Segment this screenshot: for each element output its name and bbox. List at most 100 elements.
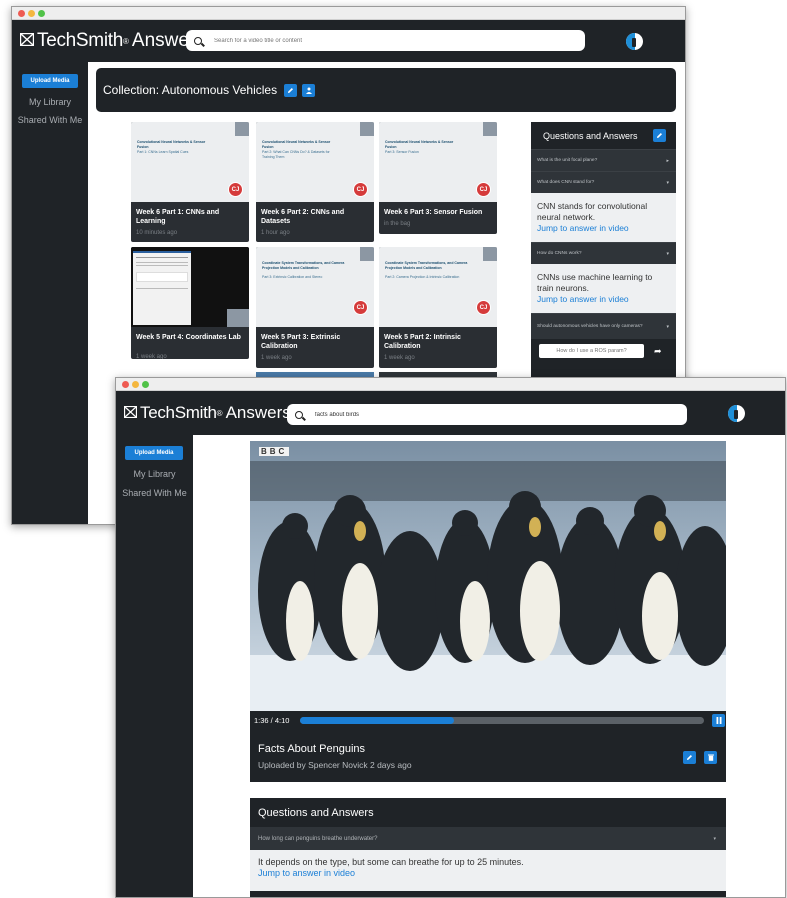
question-text: Should autonomous vehicles have only cam…	[537, 323, 643, 329]
search-icon	[194, 36, 202, 45]
video-thumbnail: Convolutional Neural Networks & Sensor F…	[131, 122, 249, 202]
author-badge: CJ	[476, 300, 491, 315]
progress-track[interactable]	[300, 717, 704, 724]
qa-title: Questions and Answers	[258, 806, 374, 819]
presenter-thumb	[360, 247, 374, 261]
presenter-thumb	[483, 122, 497, 136]
qa-title: Questions and Answers	[543, 130, 638, 141]
techsmith-logo-icon	[123, 403, 138, 423]
upload-media-button[interactable]: Upload Media	[125, 446, 183, 460]
jump-to-answer-link[interactable]: Jump to answer in video	[537, 294, 670, 305]
author-badge: CJ	[228, 182, 243, 197]
video-card[interactable]: Coordinate System Transformations, and C…	[379, 247, 497, 368]
minimize-dot[interactable]	[132, 381, 139, 388]
brand-logo[interactable]: TechSmith ® Answers	[19, 30, 205, 52]
pencil-icon	[657, 133, 662, 138]
edit-video-button[interactable]	[683, 751, 696, 764]
search-bar[interactable]	[186, 30, 585, 51]
sidebar: Upload Media My Library Shared With Me	[12, 62, 88, 524]
thumbnail-heading: Coordinate System Transformations, and C…	[262, 261, 345, 270]
video-card[interactable]: Coordinate System Transformations, and C…	[256, 247, 374, 368]
close-dot[interactable]	[122, 381, 129, 388]
brand-product: Answers	[225, 403, 291, 422]
upload-media-button[interactable]: Upload Media	[22, 74, 78, 88]
answer-text: CNN stands for convolutional neural netw…	[537, 201, 648, 222]
video-card[interactable]: Convolutional Neural Networks & Sensor F…	[256, 122, 374, 242]
video-timestamp: 1 week ago	[384, 355, 415, 361]
chevron-down-icon: ▾	[666, 250, 669, 257]
sidebar-item-my-library[interactable]: My Library	[116, 469, 193, 479]
zoom-dot[interactable]	[142, 381, 149, 388]
pencil-icon	[687, 755, 692, 760]
qa-question[interactable]: Should autonomous vehicles have only cam…	[531, 313, 676, 339]
video-card[interactable]: Week 5 Part 4: Coordinates Lab 1 week ag…	[131, 247, 249, 359]
pause-icon	[716, 717, 721, 724]
brand-trademark: ®	[216, 408, 223, 418]
brand-logo[interactable]: TechSmith ® Answers	[123, 403, 291, 423]
video-thumbnail: Convolutional Neural Networks & Sensor F…	[379, 122, 497, 202]
video-title: Week 5 Part 3: Extrinsic Calibration	[261, 334, 341, 350]
chevron-right-icon: ▸	[666, 157, 669, 164]
question-text: How do CNNs work?	[537, 251, 582, 256]
edit-qa-button[interactable]	[653, 129, 666, 142]
chevron-down-icon: ▾	[666, 323, 669, 330]
jump-to-answer-link[interactable]: Jump to answer in video	[258, 868, 718, 879]
qa-question[interactable]: What does CNN stand for? ▾	[531, 171, 676, 193]
minimize-dot[interactable]	[28, 10, 35, 17]
thumbnail-subheading: Part 3: Sensor Fusion	[385, 150, 419, 154]
thumbnail-subheading: Part 2: Camera Projection & Intrinsic Ca…	[385, 275, 460, 279]
sidebar-item-shared[interactable]: Shared With Me	[116, 488, 193, 498]
sidebar: Upload Media My Library Shared With Me	[116, 435, 193, 897]
thumbnail-authors	[137, 158, 249, 162]
qa-question[interactable]: How long can penguins breathe underwater…	[250, 827, 726, 850]
watermark-text: BBC	[259, 447, 290, 456]
qa-header: Questions and Answers	[531, 122, 676, 149]
video-title: Week 6 Part 1: CNNs and Learning	[136, 209, 220, 225]
video-timestamp: 1 week ago	[261, 355, 292, 361]
question-text: How long can penguins breathe underwater…	[258, 835, 378, 842]
share-arrow-icon[interactable]: ➦	[654, 346, 662, 357]
user-avatar[interactable]	[626, 33, 643, 50]
question-text: What does CNN stand for?	[537, 180, 595, 185]
sidebar-item-my-library[interactable]: My Library	[12, 97, 88, 107]
search-input[interactable]	[315, 411, 615, 418]
close-dot[interactable]	[18, 10, 25, 17]
sidebar-item-shared[interactable]: Shared With Me	[12, 115, 88, 125]
zoom-dot[interactable]	[38, 10, 45, 17]
video-player[interactable]: BBC	[250, 441, 726, 711]
lab-screenshot	[133, 251, 191, 325]
search-bar[interactable]	[287, 404, 687, 425]
video-title: Week 6 Part 3: Sensor Fusion	[384, 209, 483, 216]
answer-text: It depends on the type, but some can bre…	[258, 857, 524, 867]
search-icon	[295, 410, 303, 419]
video-card[interactable]: Convolutional Neural Networks & Sensor F…	[131, 122, 249, 242]
video-uploader: Uploaded by Spencer Novick 2 days ago	[258, 760, 412, 770]
ask-question-input[interactable]	[539, 344, 644, 358]
video-title: Week 6 Part 2: CNNs and Datasets	[261, 209, 345, 225]
qa-answer: CNNs use machine learning to train neuro…	[531, 264, 676, 313]
qa-question[interactable]: How do CNNs work? ▾	[531, 242, 676, 264]
edit-collection-button[interactable]	[284, 83, 298, 97]
thumbnail-subheading: Part 1: CNNs Learn Spatial Cues	[137, 150, 189, 154]
share-collection-button[interactable]	[302, 83, 316, 97]
window-titlebar	[116, 378, 785, 391]
pause-button[interactable]	[712, 714, 725, 727]
qa-question[interactable]: What is the unit focal plane? ▸	[531, 149, 676, 171]
video-timestamp: in the bag	[384, 221, 411, 227]
search-input[interactable]	[214, 37, 514, 44]
brand-name: TechSmith	[140, 403, 217, 422]
video-controls: 1:36 / 4:10	[250, 711, 726, 730]
jump-to-answer-link[interactable]: Jump to answer in video	[537, 223, 670, 234]
pencil-icon	[288, 87, 294, 93]
question-text: What is the unit focal plane?	[537, 158, 598, 163]
chevron-down-icon: ▾	[666, 179, 669, 186]
presenter-thumb	[360, 122, 374, 136]
thumbnail-heading: Convolutional Neural Networks & Sensor F…	[137, 140, 206, 149]
video-card[interactable]: Convolutional Neural Networks & Sensor F…	[379, 122, 497, 234]
video-timestamp: 10 minutes ago	[136, 230, 178, 236]
video-title: Week 5 Part 4: Coordinates Lab	[136, 334, 241, 341]
user-avatar[interactable]	[728, 405, 745, 422]
delete-video-button[interactable]	[704, 751, 717, 764]
ask-row: ➦	[531, 339, 676, 363]
bbc-watermark: BBC	[259, 447, 290, 456]
